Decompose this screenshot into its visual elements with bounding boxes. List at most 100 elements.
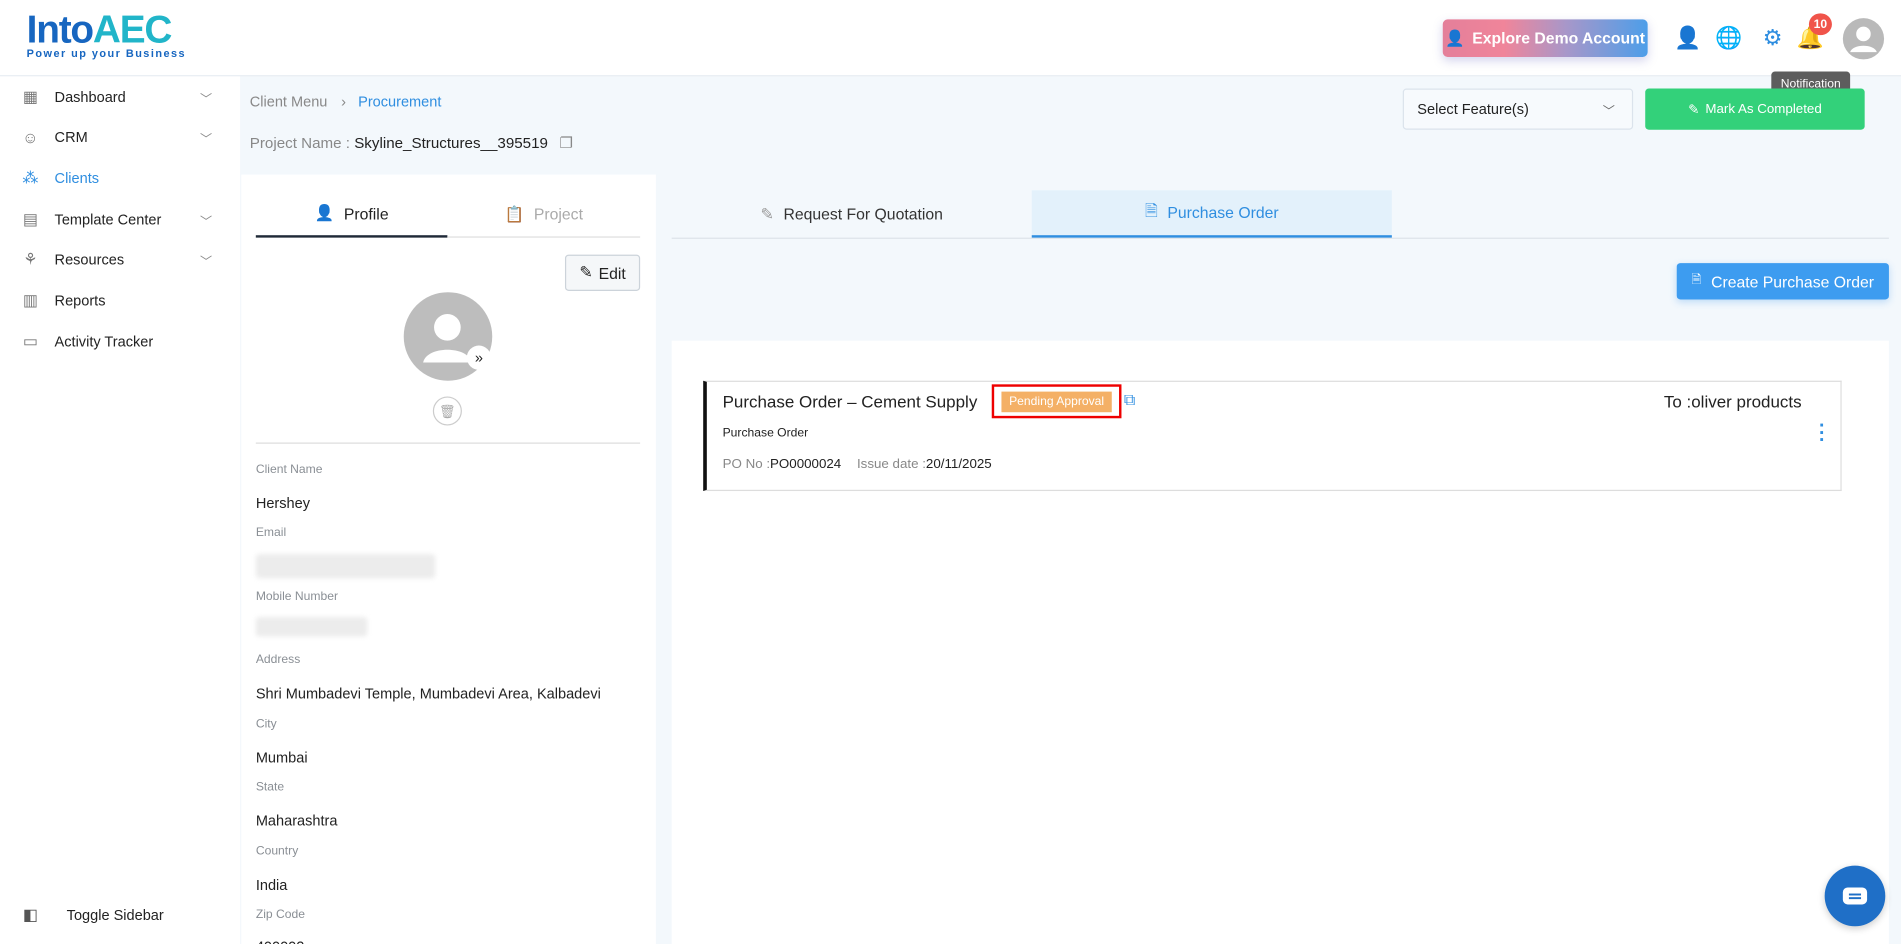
sidebar-item-clients[interactable]: ⁂ Clients [0,160,240,196]
copy-icon[interactable]: ❐ [559,135,573,152]
sidebar-item-label: Reports [54,292,106,310]
email-value-redacted [255,554,436,579]
delete-icon[interactable]: 🗑 [432,396,462,426]
mark-as-completed-button[interactable]: ✎ Mark As Completed [1645,88,1865,130]
to-value: oliver products [1691,391,1802,412]
logo-accent: AEC [92,7,172,51]
tab-profile[interactable]: 👤 Profile [255,192,448,238]
email-label: Email [255,526,287,540]
notification-badge: 10 [1808,13,1832,36]
breadcrumb-parent[interactable]: Client Menu [250,93,328,110]
edit-button[interactable]: ✎ Edit [564,254,641,291]
chat-icon [1842,887,1868,905]
sidebar-item-resources[interactable]: ⚘ Resources ﹀ [0,241,240,277]
country-label: Country [255,845,299,859]
tab-project[interactable]: 📋 Project [447,192,641,238]
mobile-label: Mobile Number [255,590,339,604]
tab-label: Purchase Order [1167,203,1279,222]
tab-label: Project [533,204,583,224]
gear-icon[interactable]: ⚙ [1759,24,1786,51]
external-link-icon[interactable]: ⧉ [1124,390,1135,409]
user-avatar[interactable] [1842,18,1885,60]
sidebar: ▦ Dashboard ﹀ ☺ CRM ﹀ ⁂ Clients ▤ Template Cen… [0,76,241,944]
to-label: To : [1663,391,1692,412]
tab-purchase-order[interactable]: 🗎 Purchase Order [1031,190,1392,238]
issue-date-value: 20/11/2025 [925,457,992,472]
purchase-order-card[interactable]: Purchase Order – Cement Supply Purchase … [703,380,1842,492]
status-badge: Pending Approval [991,384,1122,419]
country-value: India [255,876,288,894]
project-name-label: Project Name : [249,134,355,152]
zip-label: Zip Code [255,908,306,922]
sidebar-item-template-center[interactable]: ▤ Template Center ﹀ [0,201,240,237]
reports-icon: ▥ [22,290,38,310]
po-no-label: PO No : [722,457,771,472]
sidebar-item-dashboard[interactable]: ▦ Dashboard ﹀ [0,79,240,115]
chevron-down-icon: ﹀ [200,132,213,147]
tab-request-for-quotation[interactable]: ✎ Request For Quotation [672,190,1032,237]
breadcrumb-current: Procurement [358,93,442,111]
mark-completed-label: Mark As Completed [1705,101,1822,117]
document-icon: 🗎 [1691,273,1702,287]
globe-icon[interactable]: 🌐 [1715,24,1742,51]
sidebar-item-label: Activity Tracker [54,333,154,351]
city-label: City [255,717,277,732]
template-icon: ▤ [22,209,38,228]
toggle-sidebar-button[interactable]: ◧ Toggle Sidebar [0,897,240,933]
state-label: State [255,780,285,795]
explore-demo-button[interactable]: 👤 Explore Demo Account [1442,19,1648,57]
demo-label: Explore Demo Account [1472,29,1646,48]
city-value: Mumbai [255,749,308,767]
state-value: Maharashtra [255,812,338,830]
tab-label: Request For Quotation [783,204,943,224]
edit-doc-icon: ✎ [760,204,774,223]
client-name-value: Hershey [255,494,310,512]
chevron-down-icon: ﹀ [1602,104,1615,119]
breadcrumb: Client Menu › Procurement [250,93,442,110]
expand-icon[interactable]: » [466,345,492,370]
add-user-icon[interactable]: 👤 [1674,24,1701,51]
crm-icon: ☺ [22,127,39,147]
toggle-sidebar-icon: ◧ [22,905,38,924]
sidebar-item-label: CRM [54,128,88,146]
po-type: Purchase Order [722,426,809,441]
zip-value: 400002 [256,938,305,944]
chevron-down-icon: ﹀ [200,255,213,269]
person-icon: 👤 [314,203,335,222]
stamp-icon: ✎ [1688,102,1700,117]
project-name: Project Name : Skyline_Structures__39551… [249,133,573,152]
sidebar-item-reports[interactable]: ▥ Reports [0,282,240,318]
sidebar-item-crm[interactable]: ☺ CRM ﹀ [0,119,240,155]
create-label: Create Purchase Order [1711,272,1875,291]
chat-button[interactable] [1824,865,1886,927]
tab-divider [671,237,1889,239]
issue-date-label: Issue date : [856,457,926,472]
project-icon: 📋 [504,204,525,223]
logo[interactable]: IntoAEC Power up your Business [27,7,186,59]
chevron-right-icon: › [341,93,346,111]
divider [255,442,641,444]
project-name-value: Skyline_Structures__395519 [354,134,548,152]
document-icon: 🗎 [1144,200,1158,219]
client-name-label: Client Name [255,463,323,477]
sidebar-item-label: Clients [54,169,100,187]
po-meta: PO No :PO0000024 Issue date :20/11/2025 [723,457,992,472]
po-no-value: PO0000024 [770,457,842,472]
mobile-value-redacted [255,617,368,637]
more-options-icon[interactable]: · · · [1819,416,1826,450]
chevron-down-icon: ﹀ [200,92,213,107]
sidebar-item-label: Resources [54,250,125,268]
logo-tagline: Power up your Business [26,47,187,60]
create-purchase-order-button[interactable]: 🗎 Create Purchase Order [1676,263,1889,300]
user-icon: 👤 [1445,28,1465,47]
address-value: Shri Mumbadevi Temple, Mumbadevi Area, K… [255,685,601,702]
sidebar-item-label: Dashboard [54,88,126,106]
sidebar-item-label: Template Center [54,210,162,228]
logo-text: Into [26,7,94,51]
feature-select[interactable]: Select Feature(s) ﹀ [1402,88,1634,130]
po-title: Purchase Order – Cement Supply [722,391,978,412]
edit-label: Edit [598,263,626,282]
activity-icon: ▭ [22,332,38,351]
sidebar-item-activity-tracker[interactable]: ▭ Activity Tracker [0,324,240,360]
top-header: IntoAEC Power up your Business 👤 Explore … [0,0,1901,77]
